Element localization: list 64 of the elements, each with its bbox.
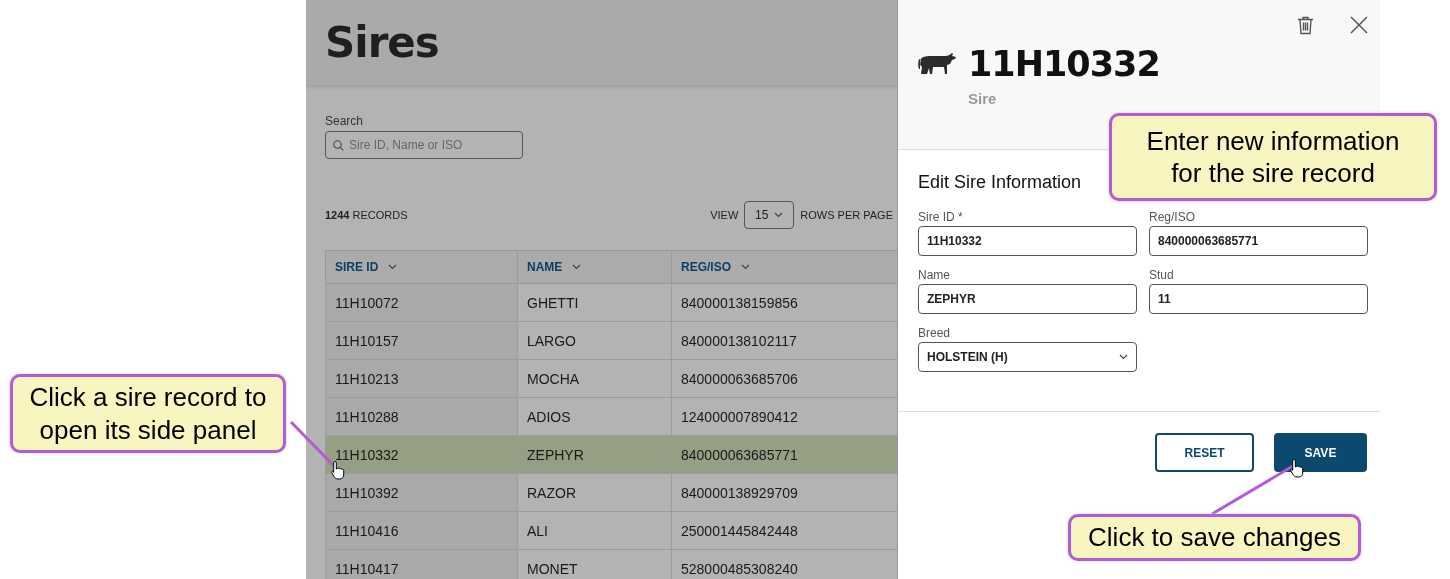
- table-cell[interactable]: ADIOS: [517, 397, 672, 436]
- table-cell[interactable]: RAZOR: [517, 473, 672, 512]
- table-cell[interactable]: 11H10072: [325, 283, 518, 322]
- field-label: Stud: [1149, 268, 1175, 282]
- table-cell[interactable]: 840000138102117: [671, 321, 897, 360]
- record-subtitle: Sire: [968, 90, 998, 107]
- callout: Click to save changes: [1068, 514, 1361, 561]
- leader-line: [289, 420, 336, 468]
- table-cell[interactable]: 528000485308240: [671, 549, 897, 579]
- field-label: Name: [918, 268, 951, 282]
- table-cell[interactable]: 11H10416: [325, 511, 518, 550]
- table-cell[interactable]: 11H10288: [325, 397, 518, 436]
- chevron-icon: [741, 264, 750, 270]
- chevron-icon: [388, 264, 398, 270]
- column-header[interactable]: REG/ISO: [671, 250, 897, 284]
- table-cell[interactable]: 840000063685706: [671, 359, 897, 398]
- section-title: Edit Sire Information: [918, 172, 1082, 193]
- table-cell[interactable]: GHETTI: [517, 283, 672, 322]
- records-count: 1244 RECORDS: [325, 209, 408, 221]
- rows-per-page-select[interactable]: 15: [744, 201, 795, 229]
- search-icon: [333, 140, 344, 151]
- table-cell[interactable]: MONET: [517, 549, 672, 579]
- save-button[interactable]: SAVE: [1274, 433, 1367, 472]
- callout: Click a sire record to open its side panel: [10, 374, 286, 453]
- table-cell[interactable]: 840000138159856: [671, 283, 897, 322]
- reset-button[interactable]: RESET: [1155, 433, 1254, 472]
- breed-select[interactable]: HOLSTEIN (H): [918, 342, 1137, 372]
- input-field[interactable]: 840000063685771: [1149, 226, 1368, 256]
- table-cell[interactable]: 11H10417: [325, 549, 518, 579]
- table-cell[interactable]: 11H10157: [325, 321, 518, 360]
- rows-per-page-label: ROWS PER PAGE: [800, 209, 893, 221]
- field-label: Reg/ISO: [1149, 210, 1197, 224]
- view-label: VIEW: [710, 209, 739, 221]
- hand-cursor-icon: [331, 460, 345, 480]
- table-cell[interactable]: 840000063685771: [671, 435, 897, 474]
- table-cell[interactable]: ZEPHYR: [517, 435, 672, 474]
- record-title: 11H10332: [968, 44, 1160, 84]
- chevron-icon: [572, 264, 582, 270]
- input-field[interactable]: 11H10332: [918, 226, 1137, 256]
- table-cell[interactable]: 11H10213: [325, 359, 518, 398]
- search-field[interactable]: Sire ID, Name or ISO: [325, 131, 523, 159]
- field-label: Sire ID *: [918, 210, 964, 224]
- table-cell[interactable]: 11H10332: [325, 435, 518, 474]
- bull-icon: [918, 51, 957, 77]
- page-title: Sires: [325, 18, 439, 67]
- field-label: Breed: [918, 326, 952, 340]
- table-cell[interactable]: 840000138929709: [671, 473, 897, 512]
- chevron-icon: [774, 212, 784, 218]
- column-header[interactable]: NAME: [517, 250, 672, 284]
- table-cell[interactable]: 250001445842448: [671, 511, 897, 550]
- input-field[interactable]: 11: [1149, 284, 1368, 314]
- table-cell[interactable]: 124000007890412: [671, 397, 897, 436]
- input-field[interactable]: ZEPHYR: [918, 284, 1137, 314]
- table-cell[interactable]: MOCHA: [517, 359, 672, 398]
- chevron-icon: [1119, 354, 1128, 360]
- table-cell[interactable]: LARGO: [517, 321, 672, 360]
- trash-icon[interactable]: [1297, 16, 1314, 35]
- callout: Enter new information for the sire record: [1109, 113, 1437, 201]
- column-header[interactable]: SIRE ID: [325, 250, 518, 284]
- table-cell[interactable]: ALI: [517, 511, 672, 550]
- close-icon[interactable]: [1350, 16, 1368, 34]
- search-label: Search: [325, 114, 365, 128]
- hand-cursor-icon: [1290, 458, 1304, 478]
- table-cell[interactable]: 11H10392: [325, 473, 518, 512]
